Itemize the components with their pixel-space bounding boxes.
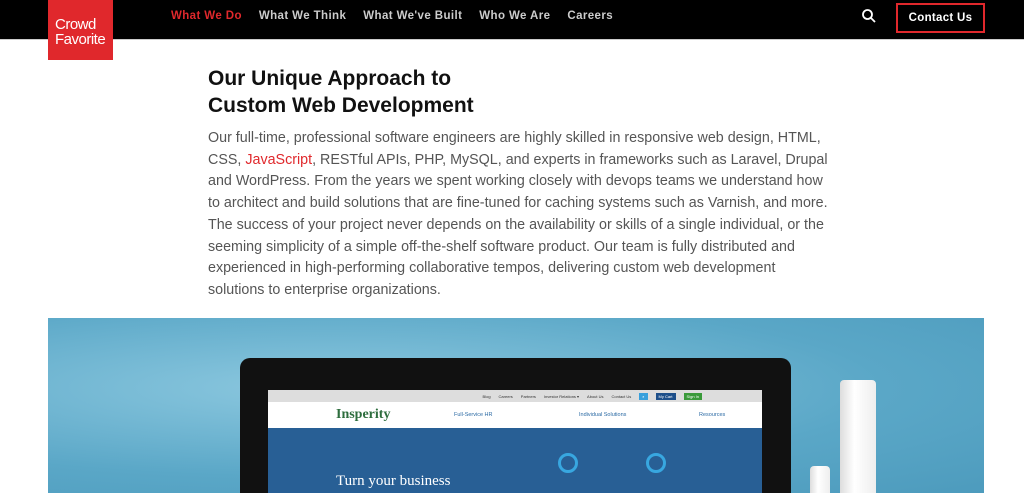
logo-line-2: Favorite bbox=[55, 31, 106, 48]
nav-what-we-think[interactable]: What We Think bbox=[259, 10, 346, 22]
main-nav: What We Do What We Think What We've Buil… bbox=[171, 10, 613, 22]
screen-nav-item: Individual Solutions bbox=[579, 412, 627, 418]
paper-roll-small bbox=[810, 466, 830, 493]
logo-line-1: Crowd bbox=[55, 16, 96, 33]
nav-what-we-do[interactable]: What We Do bbox=[171, 10, 242, 22]
contact-us-button[interactable]: Contact Us bbox=[896, 3, 985, 33]
screen-link: Partners bbox=[520, 393, 536, 399]
screen-link: Investor Relations ▾ bbox=[543, 393, 580, 399]
hero-image: Blog Careers Partners Investor Relations… bbox=[48, 318, 984, 493]
screen-nav-item: Resources bbox=[699, 412, 726, 418]
screen-search-icon: ⌕ bbox=[639, 392, 648, 400]
screen-topbar: Blog Careers Partners Investor Relations… bbox=[268, 390, 762, 402]
screen-link: Careers bbox=[498, 393, 513, 399]
screen-headline: Turn your business bbox=[336, 473, 451, 489]
nav-what-weve-built[interactable]: What We've Built bbox=[363, 10, 462, 22]
nav-who-we-are[interactable]: Who We Are bbox=[479, 10, 550, 22]
title-line-1: Our Unique Approach to bbox=[208, 67, 452, 90]
paper-roll bbox=[840, 380, 876, 493]
para-text-cont: , RESTful APIs, PHP, MySQL, and experts … bbox=[208, 151, 828, 298]
search-icon[interactable] bbox=[861, 8, 877, 24]
screen-nav-item: Full-Service HR bbox=[454, 412, 493, 418]
nav-careers[interactable]: Careers bbox=[567, 10, 613, 22]
intro-paragraph: Our full-time, professional software eng… bbox=[208, 128, 828, 302]
person-icon bbox=[646, 453, 666, 473]
javascript-link[interactable]: JavaScript bbox=[245, 152, 312, 168]
screen-link: About Us bbox=[587, 393, 604, 399]
monitor: Blog Careers Partners Investor Relations… bbox=[240, 358, 791, 493]
top-nav-bar: What We Do What We Think What We've Buil… bbox=[0, 0, 1024, 40]
screen-cart: My Cart bbox=[655, 392, 676, 400]
monitor-screen: Blog Careers Partners Investor Relations… bbox=[268, 390, 762, 493]
screen-link: Contact Us bbox=[611, 393, 632, 399]
crowd-favorite-logo[interactable]: Crowd Favorite bbox=[48, 0, 113, 60]
screen-link: Blog bbox=[482, 393, 491, 399]
title-line-2: Custom Web Development bbox=[208, 94, 474, 117]
page-title: Our Unique Approach to Custom Web Develop… bbox=[208, 65, 608, 119]
insperity-logo: Insperity bbox=[336, 407, 391, 422]
org-chart-icon bbox=[558, 453, 578, 473]
screen-nav: Insperity Full-Service HR Individual Sol… bbox=[268, 402, 762, 428]
screen-signin: Sign In bbox=[683, 392, 702, 400]
